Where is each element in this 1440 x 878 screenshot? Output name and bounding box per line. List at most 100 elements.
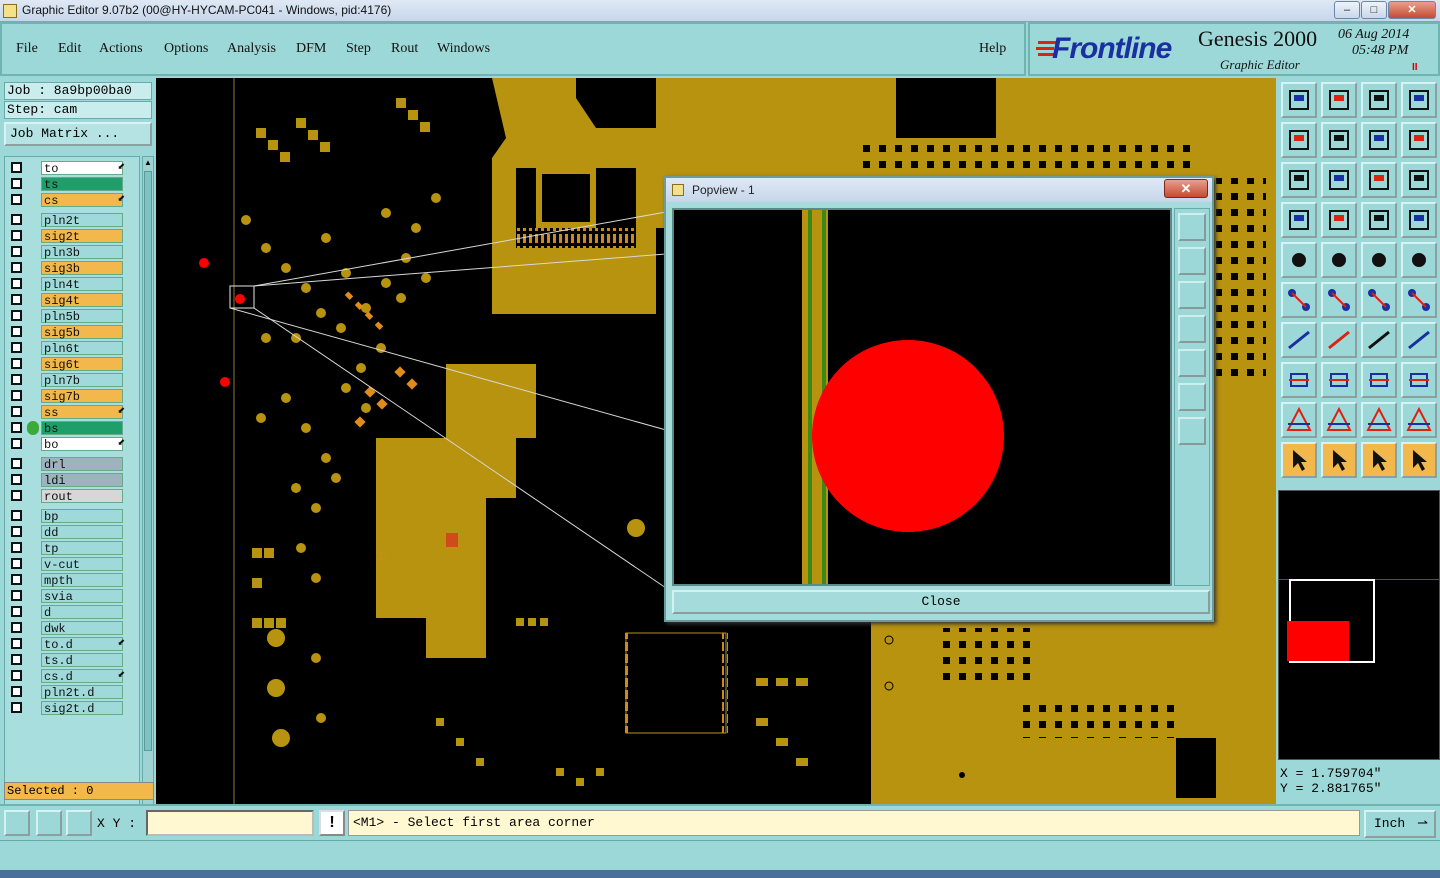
- layer-checkbox[interactable]: [11, 178, 22, 189]
- layer-row[interactable]: sig4t: [7, 293, 127, 308]
- scroll-thumb[interactable]: [144, 171, 152, 751]
- snake-icon[interactable]: [1401, 122, 1437, 158]
- layer-options-icon[interactable]: ⬋: [117, 437, 125, 448]
- layer-name[interactable]: svia: [41, 589, 123, 604]
- layer-checkbox[interactable]: [11, 214, 22, 225]
- popview-pan-down-icon[interactable]: [1178, 281, 1206, 309]
- layer-row[interactable]: bo ⬋: [7, 437, 127, 452]
- split-icon[interactable]: [1401, 322, 1437, 358]
- layer-checkbox[interactable]: [11, 654, 22, 665]
- layer-row[interactable]: sig7b: [7, 389, 127, 404]
- angle-icon[interactable]: [1281, 322, 1317, 358]
- units-select[interactable]: Inch ⇀: [1364, 810, 1436, 838]
- layer-name[interactable]: ldi: [41, 473, 123, 488]
- layer-checkbox[interactable]: [11, 474, 22, 485]
- layer-checkbox[interactable]: [11, 310, 22, 321]
- window-icon[interactable]: [1401, 82, 1437, 118]
- menu-step[interactable]: Step: [346, 41, 371, 57]
- layer-checkbox[interactable]: [11, 374, 22, 385]
- popview-viewport[interactable]: [672, 208, 1172, 586]
- layer-name[interactable]: pln5b: [41, 309, 123, 324]
- popview-zoom-out-icon[interactable]: [1178, 417, 1206, 445]
- layer-row[interactable]: rout: [7, 489, 127, 504]
- layer-row[interactable]: sig5b: [7, 325, 127, 340]
- close-button[interactable]: ✕: [1388, 1, 1436, 19]
- layer-checkbox[interactable]: [11, 358, 22, 369]
- center-icon[interactable]: [1321, 162, 1357, 198]
- layer-row[interactable]: pln5b: [7, 309, 127, 324]
- line-tool-icon[interactable]: [4, 810, 30, 836]
- layer-row[interactable]: pln2t.d: [7, 685, 127, 700]
- layer-row[interactable]: dwk: [7, 621, 127, 636]
- layer-name[interactable]: d: [41, 605, 123, 620]
- layer-checkbox[interactable]: [11, 422, 22, 433]
- arch-line-icon[interactable]: [1401, 402, 1437, 438]
- measure-tool-icon[interactable]: [36, 810, 62, 836]
- layer-options-icon[interactable]: ⬋: [117, 161, 125, 172]
- layer-name[interactable]: sig3b: [41, 261, 123, 276]
- measure-icon[interactable]: [1361, 362, 1397, 398]
- layer-checkbox[interactable]: [11, 670, 22, 681]
- grid-icon[interactable]: [1321, 202, 1357, 238]
- ruler-icon[interactable]: [1361, 242, 1397, 278]
- layer-name[interactable]: rout: [41, 489, 123, 504]
- dot-icon[interactable]: [1401, 242, 1437, 278]
- layer-row[interactable]: mpth: [7, 573, 127, 588]
- layer-checkbox[interactable]: [11, 606, 22, 617]
- layer-name[interactable]: dwk: [41, 621, 123, 636]
- layer-checkbox[interactable]: [11, 262, 22, 273]
- layer-stack-red-icon[interactable]: [1401, 202, 1437, 238]
- layer-name[interactable]: ts.d: [41, 653, 123, 668]
- layer-name[interactable]: bo: [41, 437, 123, 452]
- layer-name[interactable]: v-cut: [41, 557, 123, 572]
- layer-row[interactable]: ldi: [7, 473, 127, 488]
- triangle-icon[interactable]: [1281, 402, 1317, 438]
- warning-button[interactable]: !: [319, 810, 345, 836]
- node-icon[interactable]: [1281, 282, 1317, 318]
- rotate-icon[interactable]: [1361, 322, 1397, 358]
- layer-row[interactable]: to ⬋: [7, 161, 127, 176]
- layer-checkbox[interactable]: [11, 490, 22, 501]
- dash-icon[interactable]: [1321, 362, 1357, 398]
- home-icon[interactable]: [1361, 82, 1397, 118]
- layer-name[interactable]: pln2t.d: [41, 685, 123, 700]
- layer-options-icon[interactable]: ⬋: [117, 193, 125, 204]
- layer-checkbox[interactable]: [11, 406, 22, 417]
- layer-name[interactable]: ss: [41, 405, 123, 420]
- draw-line-icon[interactable]: [1321, 242, 1357, 278]
- layer-options-icon[interactable]: ⬋: [117, 669, 125, 680]
- layer-row[interactable]: drl: [7, 457, 127, 472]
- layer-row[interactable]: tp: [7, 541, 127, 556]
- layer-checkbox[interactable]: [11, 638, 22, 649]
- scroll-up-icon[interactable]: ▲: [144, 158, 152, 168]
- minimize-button[interactable]: –: [1334, 1, 1360, 19]
- layer-checkbox[interactable]: [11, 162, 22, 173]
- popview-zoom-in-icon[interactable]: [1178, 383, 1206, 411]
- layer-name[interactable]: pln4t: [41, 277, 123, 292]
- overview-minimap[interactable]: [1278, 490, 1440, 760]
- layer-row[interactable]: pln4t: [7, 277, 127, 292]
- layer-checkbox[interactable]: [11, 574, 22, 585]
- layer-row[interactable]: pln6t: [7, 341, 127, 356]
- layer-checkbox[interactable]: [11, 342, 22, 353]
- menu-actions[interactable]: Actions: [99, 41, 143, 57]
- layer-name[interactable]: bp: [41, 509, 123, 524]
- popview-close-button[interactable]: Close: [672, 590, 1210, 614]
- route-icon[interactable]: [1401, 442, 1437, 478]
- maximize-button[interactable]: □: [1361, 1, 1387, 19]
- layer-name[interactable]: bs: [41, 421, 123, 436]
- rotate-select-icon[interactable]: [1361, 442, 1397, 478]
- layer-row[interactable]: dd: [7, 525, 127, 540]
- popview-zoom-icon[interactable]: [1178, 213, 1206, 241]
- popview-pan-right-icon[interactable]: [1178, 349, 1206, 377]
- layer-checkbox[interactable]: [11, 590, 22, 601]
- layer-checkbox[interactable]: [11, 510, 22, 521]
- layer-name[interactable]: sig6t: [41, 357, 123, 372]
- pointer-icon[interactable]: [1281, 442, 1317, 478]
- layer-row[interactable]: bs: [7, 421, 127, 436]
- job-matrix-button[interactable]: Job Matrix ...: [4, 122, 152, 146]
- layer-options-icon[interactable]: ⬋: [117, 637, 125, 648]
- layer-row[interactable]: v-cut: [7, 557, 127, 572]
- move-right-icon[interactable]: [1321, 122, 1357, 158]
- layer-row[interactable]: svia: [7, 589, 127, 604]
